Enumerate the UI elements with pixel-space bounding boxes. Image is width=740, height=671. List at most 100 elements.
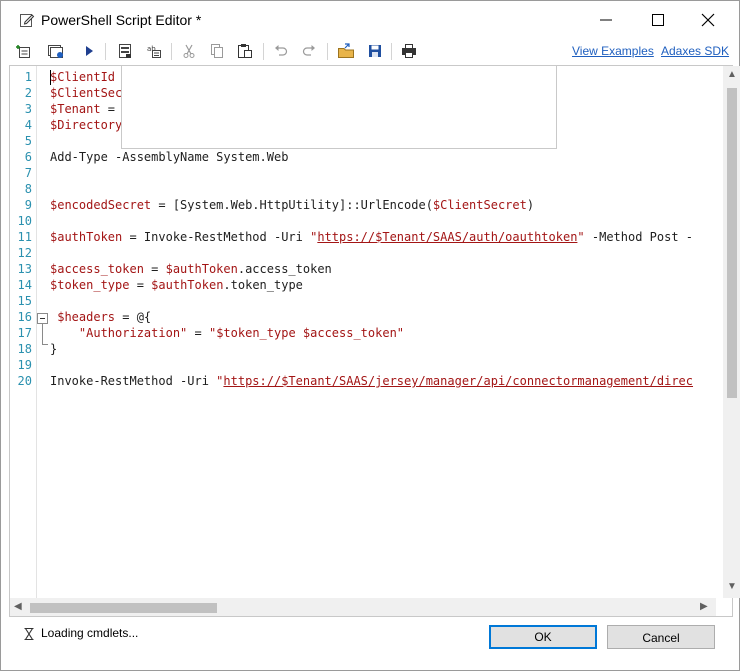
toolbar-separator (263, 43, 264, 60)
line-number: 9 (24, 198, 32, 212)
code-token: $headers (57, 310, 116, 324)
code-line[interactable]: $Directory (50, 117, 122, 133)
variables-button[interactable]: ab (144, 41, 164, 61)
line-number: 1 (24, 70, 32, 84)
cancel-button[interactable]: Cancel (607, 625, 715, 649)
toolbar-separator (391, 43, 392, 60)
paste-icon (238, 44, 252, 58)
line-number: 20 (17, 374, 32, 388)
maximize-button[interactable] (635, 5, 681, 35)
code-line[interactable]: Invoke-RestMethod -Uri "https://$Tenant/… (50, 373, 693, 389)
code-token: ) (526, 198, 535, 212)
code-token: $authToken (151, 278, 224, 292)
code-line[interactable]: $ClientId (50, 69, 115, 85)
line-number: 6 (24, 150, 32, 164)
script-editor-window: PowerShell Script Editor * ab View Examp… (0, 0, 740, 671)
code-line[interactable]: $token_type = $authToken.token_type (50, 277, 303, 293)
parameters-button[interactable] (115, 41, 135, 61)
code-line[interactable]: Add-Type -AssemblyName System.Web (50, 149, 288, 165)
code-line[interactable]: $access_token = $authToken.access_token (50, 261, 332, 277)
paste-button[interactable] (235, 41, 255, 61)
code-line[interactable]: $authToken = Invoke-RestMethod -Uri "htt… (50, 229, 693, 245)
code-line[interactable]: "Authorization" = "$token_type $access_t… (50, 325, 404, 341)
save-button[interactable] (365, 41, 385, 61)
scroll-down-icon[interactable]: ▼ (727, 582, 737, 592)
line-number: 17 (17, 326, 32, 340)
fold-guide-end (42, 344, 48, 345)
line-number: 16 (17, 310, 32, 324)
maximize-icon (652, 14, 664, 26)
vertical-scroll-thumb[interactable] (727, 88, 737, 398)
code-token: "Authorization" (78, 326, 188, 340)
line-number: 4 (24, 118, 32, 132)
code-token: $ClientSec (50, 86, 123, 100)
code-token: = (143, 262, 166, 276)
status-text: Loading cmdlets... (41, 626, 139, 640)
line-number: 11 (17, 230, 32, 244)
line-number: 5 (24, 134, 32, 148)
vertical-scrollbar[interactable]: ▲ ▼ (723, 66, 740, 598)
run-options-button[interactable] (45, 41, 65, 61)
code-token: $ClientSecret (432, 198, 527, 212)
code-line[interactable]: $encodedSecret = [System.Web.HttpUtility… (50, 197, 534, 213)
minimize-icon (600, 19, 612, 21)
line-number: 3 (24, 102, 32, 116)
code-token: $token_type (50, 278, 130, 292)
code-line[interactable]: $headers = @{ (50, 309, 151, 325)
view-examples-link[interactable]: View Examples (572, 44, 654, 58)
scroll-right-icon[interactable]: ▶ (700, 602, 708, 612)
code-line[interactable]: $Tenant = (50, 101, 115, 117)
intellisense-popup (121, 65, 557, 149)
run-options-icon (48, 45, 63, 58)
code-token: = Invoke-RestMethod -Uri (122, 230, 311, 244)
scroll-up-icon[interactable]: ▲ (727, 70, 737, 80)
minimize-button[interactable] (583, 5, 629, 35)
code-token: https://$Tenant/SAAS/jersey/manager/api/… (223, 374, 694, 388)
code-token: https://$Tenant/SAAS/auth/oauthtoken (317, 230, 578, 244)
code-token: = (187, 326, 209, 340)
line-number: 2 (24, 86, 32, 100)
fold-toggle[interactable] (37, 313, 48, 324)
run-icon (86, 46, 93, 56)
line-number: 18 (17, 342, 32, 356)
sdk-link[interactable]: Adaxes SDK (661, 44, 729, 58)
insert-line-button[interactable] (13, 41, 33, 61)
code-token: = (129, 278, 152, 292)
close-button[interactable] (685, 5, 731, 35)
open-button[interactable] (335, 41, 355, 61)
code-token: $Tenant (50, 102, 101, 116)
code-token: .access_token (237, 262, 332, 276)
code-token: $authToken (165, 262, 238, 276)
ok-button[interactable]: OK (489, 625, 597, 649)
undo-button[interactable] (271, 41, 291, 61)
horizontal-scrollbar[interactable]: ◀ ▶ (10, 598, 716, 616)
code-token: -Method Post - (584, 230, 694, 244)
title-bar: PowerShell Script Editor * (1, 1, 739, 39)
line-number: 15 (17, 294, 32, 308)
print-button[interactable] (399, 41, 419, 61)
code-token: $Directory (50, 118, 123, 132)
line-number: 14 (17, 278, 32, 292)
code-token: $ClientId (50, 70, 116, 84)
code-token: $encodedSecret (50, 198, 152, 212)
run-button[interactable] (79, 41, 99, 61)
code-token: $access_token (50, 262, 144, 276)
code-token: Invoke-RestMethod -Uri (50, 374, 217, 388)
code-token: .token_type (223, 278, 303, 292)
save-icon (369, 45, 381, 57)
horizontal-scroll-thumb[interactable] (30, 603, 217, 613)
toolbar-separator (171, 43, 172, 60)
code-line[interactable]: $ClientSec (50, 85, 122, 101)
copy-button[interactable] (207, 41, 227, 61)
text-cursor (50, 70, 51, 85)
code-token: "$token_type $access_token" (208, 326, 405, 340)
code-line[interactable]: } (50, 341, 57, 357)
redo-button[interactable] (299, 41, 319, 61)
parameters-icon (119, 44, 131, 58)
line-number: 12 (17, 246, 32, 260)
code-token: = (100, 102, 116, 116)
code-token: " (577, 230, 585, 244)
scroll-left-icon[interactable]: ◀ (14, 602, 22, 612)
cut-button[interactable] (179, 41, 199, 61)
